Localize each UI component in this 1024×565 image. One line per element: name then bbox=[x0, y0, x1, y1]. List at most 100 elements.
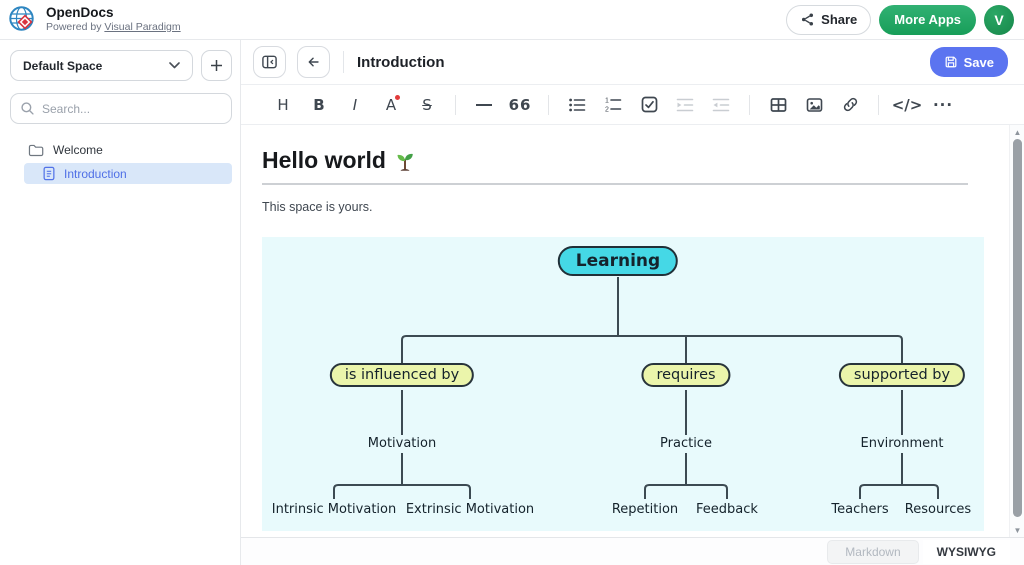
sidebar: Default Space bbox=[0, 40, 241, 565]
node-child: Extrinsic Motivation bbox=[406, 502, 534, 517]
node-child: Teachers bbox=[831, 502, 888, 517]
tree-page-introduction[interactable]: Introduction bbox=[24, 163, 232, 184]
outdent-button[interactable] bbox=[706, 91, 736, 119]
brand: OpenDocs Powered by Visual Paradigm bbox=[46, 6, 181, 33]
app-name: OpenDocs bbox=[46, 6, 181, 21]
scroll-up-arrow[interactable]: ▲ bbox=[1010, 125, 1024, 139]
bold-button[interactable]: B bbox=[304, 91, 334, 119]
scroll-down-arrow[interactable]: ▼ bbox=[1010, 523, 1024, 537]
search-box bbox=[10, 93, 232, 124]
task-list-button[interactable] bbox=[634, 91, 664, 119]
share-icon bbox=[800, 12, 815, 27]
node-child: Feedback bbox=[696, 502, 758, 517]
seedling-emoji bbox=[394, 150, 416, 172]
toggle-sidebar-button[interactable] bbox=[253, 46, 286, 78]
node-relation: requires bbox=[641, 363, 730, 387]
strikethrough-button[interactable]: S bbox=[412, 91, 442, 119]
toolbar-separator bbox=[548, 95, 549, 115]
table-icon bbox=[770, 97, 787, 113]
more-apps-button[interactable]: More Apps bbox=[879, 5, 976, 35]
link-button[interactable] bbox=[835, 91, 865, 119]
tree-page-label: Introduction bbox=[64, 167, 127, 181]
document-icon bbox=[42, 166, 56, 181]
svg-text:2: 2 bbox=[605, 107, 609, 114]
topbar-actions: Share More Apps V bbox=[786, 5, 1014, 35]
italic-button[interactable]: I bbox=[340, 91, 370, 119]
bullet-list-icon bbox=[568, 97, 586, 113]
opendocs-logo-icon bbox=[8, 5, 38, 35]
space-selector[interactable]: Default Space bbox=[10, 50, 193, 81]
powered-by: Powered by Visual Paradigm bbox=[46, 22, 181, 34]
powered-by-prefix: Powered by bbox=[46, 21, 104, 33]
vertical-scrollbar[interactable]: ▲ ▼ bbox=[1009, 125, 1024, 537]
doc-heading: Hello world bbox=[262, 147, 984, 174]
svg-text:1: 1 bbox=[605, 98, 609, 105]
ordered-list-icon: 1 2 bbox=[604, 96, 622, 113]
save-icon bbox=[944, 55, 958, 69]
heading-button[interactable]: H bbox=[268, 91, 298, 119]
doc-title: Introduction bbox=[357, 54, 444, 71]
chevron-down-icon bbox=[169, 62, 180, 69]
horizontal-rule-button[interactable] bbox=[469, 91, 499, 119]
outdent-icon bbox=[712, 97, 730, 113]
red-dot-icon bbox=[395, 95, 400, 100]
toolbar-separator bbox=[749, 95, 750, 115]
toolbar-separator bbox=[878, 95, 879, 115]
bullet-list-button[interactable] bbox=[562, 91, 592, 119]
save-button[interactable]: Save bbox=[930, 47, 1008, 77]
toolbar-separator bbox=[455, 95, 456, 115]
text-color-button[interactable]: A bbox=[376, 91, 406, 119]
node-concept: Practice bbox=[660, 436, 712, 451]
doc-header: Introduction Save bbox=[241, 40, 1024, 85]
ordered-list-button[interactable]: 1 2 bbox=[598, 91, 628, 119]
link-icon bbox=[842, 96, 859, 113]
doc-paragraph: This space is yours. bbox=[262, 200, 984, 214]
scrollbar-thumb[interactable] bbox=[1013, 139, 1022, 517]
editor-toolbar: H B I A S 66 bbox=[241, 85, 1024, 125]
search-icon bbox=[20, 101, 35, 116]
top-bar: OpenDocs Powered by Visual Paradigm Shar… bbox=[0, 0, 1024, 40]
node-child: Resources bbox=[905, 502, 971, 517]
plus-icon bbox=[210, 59, 223, 72]
concept-map-diagram[interactable]: Learning is influenced by requires suppo… bbox=[262, 237, 984, 531]
indent-button[interactable] bbox=[670, 91, 700, 119]
arrow-left-icon bbox=[305, 54, 322, 70]
add-space-button[interactable] bbox=[201, 50, 232, 81]
tree-folder-welcome[interactable]: Welcome bbox=[0, 140, 240, 160]
node-child: Repetition bbox=[612, 502, 678, 517]
share-button[interactable]: Share bbox=[786, 5, 871, 35]
code-button[interactable]: </> bbox=[892, 91, 922, 119]
image-icon bbox=[806, 97, 823, 113]
wysiwyg-mode-button[interactable]: WYSIWYG bbox=[923, 540, 1010, 564]
node-concept: Environment bbox=[860, 436, 943, 451]
opendocs-app: OpenDocs Powered by Visual Paradigm Shar… bbox=[0, 0, 1024, 565]
space-selector-value: Default Space bbox=[23, 59, 102, 73]
space-row: Default Space bbox=[0, 50, 240, 81]
user-avatar[interactable]: V bbox=[984, 5, 1014, 35]
image-button[interactable] bbox=[799, 91, 829, 119]
search-input[interactable] bbox=[42, 102, 222, 116]
node-concept: Motivation bbox=[368, 436, 436, 451]
node-root: Learning bbox=[558, 246, 678, 276]
page-tree: Welcome Introduction bbox=[0, 140, 240, 184]
heading-rule bbox=[262, 183, 968, 185]
folder-icon bbox=[28, 143, 44, 157]
back-button[interactable] bbox=[297, 46, 330, 78]
markdown-mode-button[interactable]: Markdown bbox=[827, 540, 918, 564]
doc-heading-text: Hello world bbox=[262, 147, 386, 174]
table-button[interactable] bbox=[763, 91, 793, 119]
node-child: Intrinsic Motivation bbox=[272, 502, 396, 517]
node-relation: is influenced by bbox=[330, 363, 474, 387]
horizontal-rule-icon bbox=[476, 103, 492, 107]
panel-collapse-icon bbox=[261, 54, 278, 70]
blockquote-button[interactable]: 66 bbox=[505, 91, 535, 119]
more-tools-button[interactable]: ··· bbox=[928, 91, 958, 119]
indent-icon bbox=[676, 97, 694, 113]
node-relation: supported by bbox=[839, 363, 965, 387]
share-label: Share bbox=[821, 12, 857, 27]
tree-folder-label: Welcome bbox=[53, 143, 103, 157]
visual-paradigm-link[interactable]: Visual Paradigm bbox=[104, 21, 180, 33]
task-checkbox-icon bbox=[641, 96, 658, 113]
editor-content[interactable]: Hello world This space is yours. bbox=[241, 125, 1024, 537]
header-divider bbox=[343, 51, 344, 73]
